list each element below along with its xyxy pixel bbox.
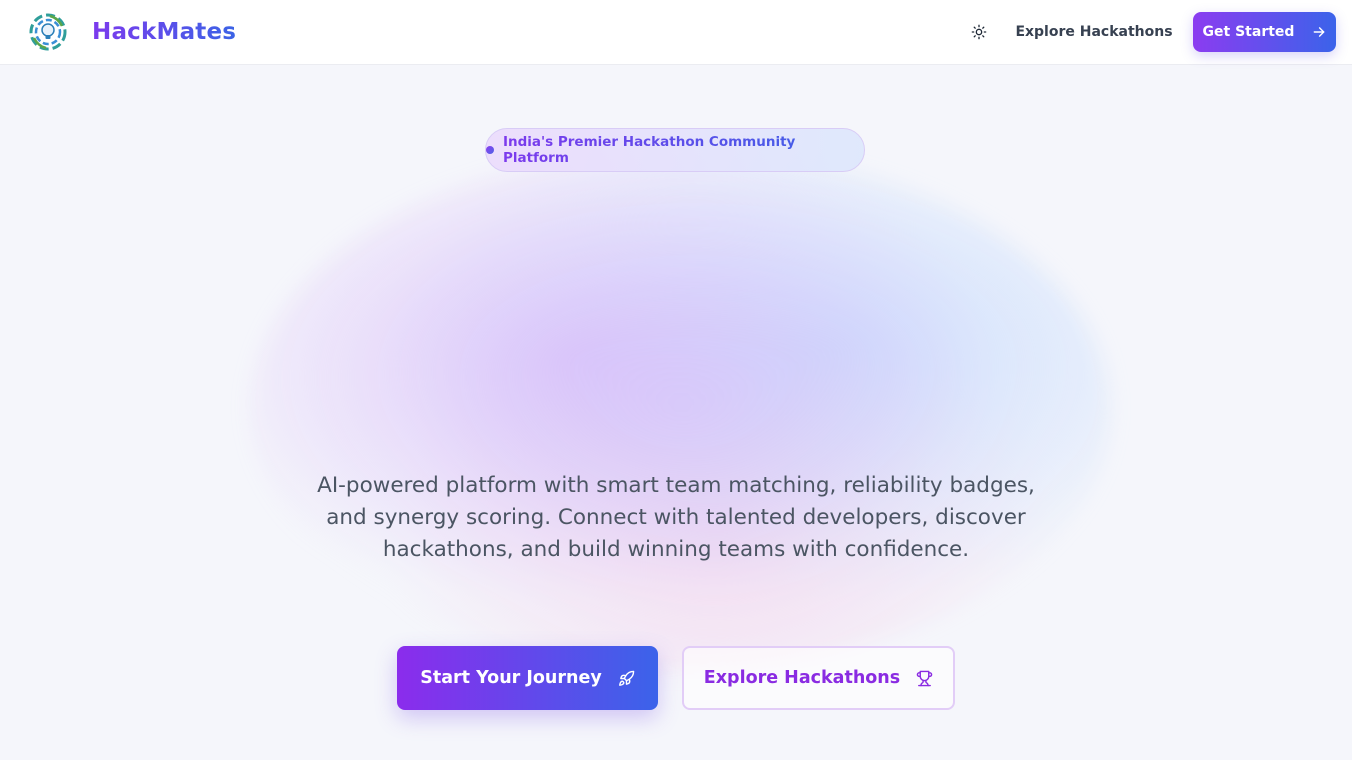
top-navbar: HackMates Explore Hackathons Get Started — [0, 0, 1352, 64]
trophy-icon — [916, 670, 933, 687]
brand-name[interactable]: HackMates — [92, 16, 236, 48]
get-started-label: Get Started — [1202, 24, 1295, 40]
nav-explore-hackathons-link[interactable]: Explore Hackathons — [1014, 16, 1174, 48]
get-started-button[interactable]: Get Started — [1193, 12, 1336, 52]
theme-toggle-button[interactable] — [962, 16, 996, 48]
badge-dot-icon — [486, 146, 494, 154]
start-journey-button[interactable]: Start Your Journey — [397, 646, 658, 710]
hero-badge: India's Premier Hackathon Community Plat… — [485, 128, 865, 172]
badge-text: India's Premier Hackathon Community Plat… — [503, 134, 864, 166]
hero-description: AI-powered platform with smart team matc… — [317, 473, 1035, 562]
rocket-icon — [618, 670, 635, 687]
explore-hackathons-button[interactable]: Explore Hackathons — [682, 646, 955, 710]
arrow-right-icon — [1312, 25, 1326, 39]
hackmates-logo-icon[interactable] — [28, 12, 68, 52]
hero-background-glow — [250, 150, 1110, 670]
sun-icon — [971, 24, 987, 40]
start-journey-label: Start Your Journey — [420, 668, 602, 688]
explore-hackathons-label: Explore Hackathons — [703, 668, 901, 688]
